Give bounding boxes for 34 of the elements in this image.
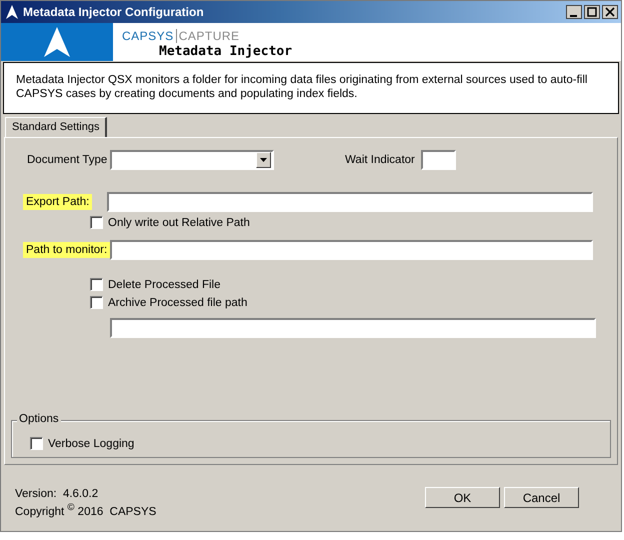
archive-path-field[interactable] [110,318,596,338]
copyright-text: Copyright $^{©}$ 2016 CAPSYS [15,501,156,519]
field-label: Path to monitor: [23,242,110,258]
checkbox[interactable] [90,296,103,309]
checkbox-label[interactable]: Only write out Relative Path [108,216,250,228]
window-title: Metadata Injector Configuration [23,5,205,19]
product-logo-text: CAPTURE [178,29,240,43]
dropdown-arrow-icon[interactable] [256,152,271,168]
group-title: Options [17,413,61,425]
export-path-field[interactable] [106,192,593,212]
checkbox[interactable] [90,216,103,229]
brand-logo-text: CAPSYS [122,29,177,43]
path-to-monitor-field[interactable] [110,240,593,260]
document-type-dropdown[interactable] [110,150,274,170]
checkbox-label[interactable]: Verbose Logging [48,438,134,450]
field-label: Export Path: [23,194,92,210]
arrowhead-logo-icon [43,27,71,57]
checkbox[interactable] [30,437,43,450]
version-text: Version: 4.6.0.2 [15,487,100,501]
tab[interactable]: Standard Settings [5,117,108,137]
maximize-icon[interactable] [584,5,600,19]
checkbox[interactable] [90,278,103,291]
dialog-button[interactable]: Cancel [504,487,579,508]
arrowhead-icon [5,4,19,20]
field-label: Document Type [27,154,108,166]
checkbox-label[interactable]: Archive Processed file path [108,296,248,308]
checkbox-label[interactable]: Delete Processed File [108,278,220,290]
field-label: Wait Indicator [345,154,415,166]
app-name: Metadata Injector [159,44,292,59]
description-text: Metadata Injector QSX monitors a folder for incoming data files originating from external sources used to auto-fill CAPSYS cases by creating documents and populating index fields. [3,62,619,114]
wait-indicator-field[interactable] [420,150,456,170]
close-icon[interactable] [602,5,618,19]
minimize-icon[interactable] [566,5,582,19]
dialog-button[interactable]: OK [425,487,500,508]
